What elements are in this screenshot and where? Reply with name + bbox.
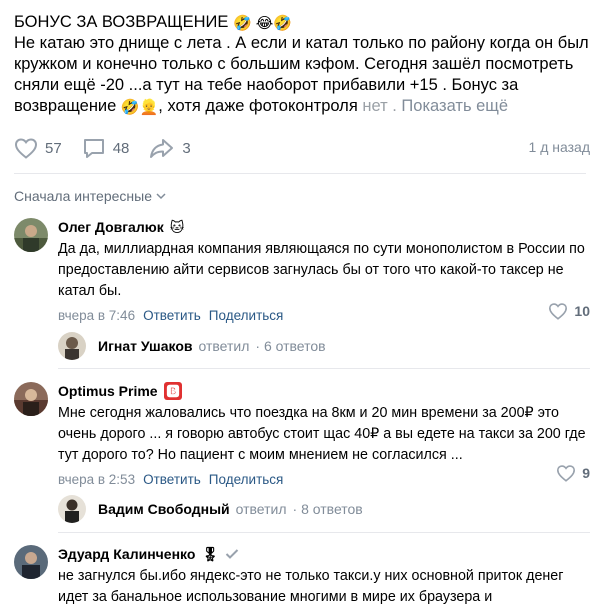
comment-item: Эдуард Калинченко 🎖 не загнулся бы.ибо я… — [14, 545, 590, 605]
post-line-3: сняли ещё -20 ...а тут на тебе наоборот … — [14, 76, 519, 94]
sort-label: Сначала интересные — [14, 188, 152, 204]
comment-text: Мне сегодня жаловались что поездка на 8к… — [58, 405, 586, 463]
heart-icon — [14, 138, 38, 159]
reply-author[interactable]: Игнат Ушаков — [98, 338, 193, 354]
reply-button[interactable]: Ответить — [143, 472, 201, 487]
divider — [58, 368, 590, 369]
laughing-emoji-icon: 🤣 😂🤣 — [232, 15, 293, 32]
comment-author[interactable]: Optimus Prime 🅱 — [58, 382, 590, 400]
svg-text:🅱: 🅱 — [166, 384, 179, 400]
comment-like-count: 9 — [582, 465, 590, 481]
avatar[interactable] — [14, 218, 48, 252]
post-text: БОНУС ЗА ВОЗВРАЩЕНИЕ 🤣 😂🤣 Не катаю это д… — [14, 12, 590, 117]
comment-time[interactable]: вчера в 2:53 — [58, 472, 135, 487]
heart-icon — [557, 465, 576, 482]
divider — [14, 173, 586, 174]
comment-item: Optimus Prime 🅱 Мне сегодня жаловались ч… — [14, 382, 590, 528]
comment-text: не загнулся бы.ибо яндекс-это не только … — [58, 568, 564, 605]
share-button[interactable]: 3 — [149, 137, 191, 159]
reply-count[interactable]: · 8 ответов — [293, 501, 363, 517]
reply-verb: ответил — [198, 338, 250, 354]
share-comment-button[interactable]: Поделиться — [209, 308, 284, 323]
comment-like-count: 10 — [574, 303, 590, 319]
reply-avatar[interactable] — [58, 332, 86, 360]
reply-thread[interactable]: Вадим Свободный ответил · 8 ответов — [58, 495, 363, 523]
post-line-4-fade: нет . — [362, 97, 397, 115]
post-timestamp[interactable]: 1 д назад — [529, 139, 590, 155]
comment-like-button[interactable]: 10 — [548, 302, 590, 320]
comment-sort-dropdown[interactable]: Сначала интересные — [14, 188, 166, 204]
heart-icon — [549, 303, 568, 320]
avatar[interactable] — [14, 545, 48, 579]
reply-avatar[interactable] — [58, 495, 86, 523]
comment-button[interactable]: 48 — [82, 137, 130, 159]
post-title-line: БОНУС ЗА ВОЗВРАЩЕНИЕ 🤣 😂🤣 — [14, 12, 590, 33]
cat-badge-icon: 🐱 — [169, 219, 185, 235]
author-name[interactable]: Optimus Prime — [58, 382, 158, 400]
post-actions: 57 48 3 1 д назад — [14, 136, 590, 160]
author-name[interactable]: Эдуард Калинченко — [58, 545, 195, 563]
chevron-down-icon — [156, 192, 166, 199]
reply-count[interactable]: · 6 ответов — [255, 338, 325, 354]
comment-like-button[interactable]: 9 — [556, 464, 590, 482]
like-count: 57 — [45, 139, 62, 157]
avatar[interactable] — [14, 382, 48, 416]
comment-meta: вчера в 7:46 Ответить Поделиться — [58, 308, 590, 323]
post-line-1: Не катаю это днище с лета . А если и кат… — [14, 34, 589, 52]
post-line-2: кружком и конечно только с большим кэфом… — [14, 55, 574, 73]
reply-author[interactable]: Вадим Свободный — [98, 501, 230, 517]
show-more-link[interactable]: Показать ещё — [401, 97, 508, 115]
reply-verb: ответил — [235, 501, 287, 517]
share-count: 3 — [182, 139, 191, 157]
check-icon — [225, 548, 239, 560]
comment-count: 48 — [112, 139, 130, 157]
comment-author[interactable]: Олег Довгалюк 🐱 — [58, 218, 590, 236]
reply-button[interactable]: Ответить — [143, 308, 201, 323]
laugh-man-emoji-icon: 🤣👱 — [120, 99, 159, 116]
author-name[interactable]: Олег Довгалюк — [58, 218, 164, 236]
comment-text: Да да, миллиардная компания являющаяся п… — [58, 241, 585, 299]
comment-item: Олег Довгалюк 🐱 Да да, миллиардная компа… — [14, 218, 590, 368]
divider — [58, 532, 590, 533]
comment-time[interactable]: вчера в 7:46 — [58, 308, 135, 323]
share-comment-button[interactable]: Поделиться — [209, 472, 284, 487]
red-badge-icon: 🅱 — [163, 382, 182, 400]
medal-badge-icon: 🎖 — [201, 546, 220, 562]
post-line-4b: , хотя даже фотоконтроля — [158, 97, 363, 115]
comment-author[interactable]: Эдуард Калинченко 🎖 — [58, 545, 590, 563]
comment-meta: вчера в 2:53 Ответить Поделиться — [58, 472, 590, 487]
comment-bubble-icon — [83, 139, 104, 158]
reply-thread[interactable]: Игнат Ушаков ответил · 6 ответов — [58, 332, 326, 360]
post-title: БОНУС ЗА ВОЗВРАЩЕНИЕ — [14, 13, 229, 31]
like-button[interactable]: 57 — [14, 137, 62, 159]
post-line-4a: возвращение — [14, 97, 117, 115]
share-arrow-icon — [150, 139, 174, 158]
